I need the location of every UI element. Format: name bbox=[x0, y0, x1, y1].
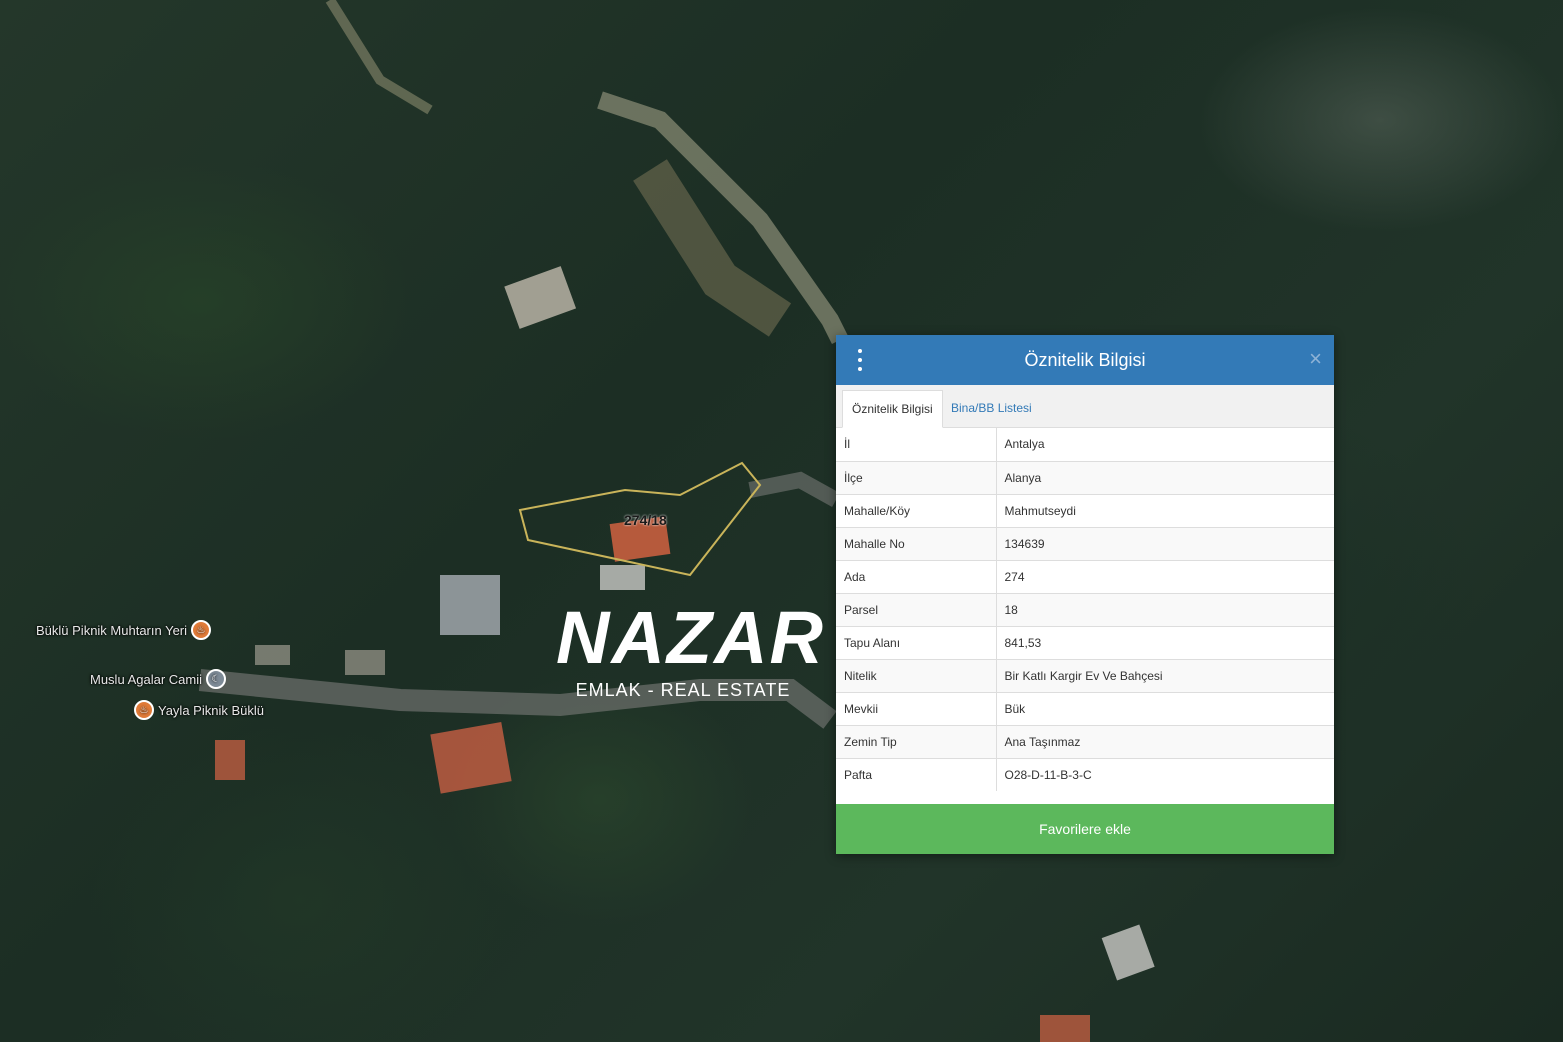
attribute-value: O28-D-11-B-3-C bbox=[996, 757, 1334, 791]
table-row: Zemin Tip Ana Taşınmaz bbox=[836, 724, 1334, 758]
panel-tabs: Öznitelik Bilgisi Bina/BB Listesi bbox=[836, 385, 1334, 428]
attribute-panel: Öznitelik Bilgisi × Öznitelik Bilgisi Bi… bbox=[836, 335, 1334, 854]
table-row: Mahalle/Köy Mahmutseydi bbox=[836, 493, 1334, 527]
attribute-key: Pafta bbox=[836, 757, 997, 791]
poi-mosque[interactable]: Muslu Agalar Camii ☾ bbox=[90, 669, 226, 689]
attribute-value: Bük bbox=[996, 691, 1334, 725]
attribute-value: Ana Taşınmaz bbox=[996, 724, 1334, 758]
attribute-key: İlçe bbox=[836, 460, 997, 494]
tab-oznitelik-bilgisi[interactable]: Öznitelik Bilgisi bbox=[842, 390, 943, 428]
table-row: Parsel 18 bbox=[836, 592, 1334, 626]
table-row: Pafta O28-D-11-B-3-C bbox=[836, 757, 1334, 791]
restaurant-icon: ♨ bbox=[191, 620, 212, 640]
attribute-value: 134639 bbox=[996, 526, 1334, 560]
watermark-title: NAZAR bbox=[556, 596, 825, 679]
attribute-value: Bir Katlı Kargir Ev Ve Bahçesi bbox=[996, 658, 1334, 692]
panel-header: Öznitelik Bilgisi × bbox=[836, 335, 1334, 385]
table-row: Mevkii Bük bbox=[836, 691, 1334, 725]
table-row: Tapu Alanı 841,53 bbox=[836, 625, 1334, 659]
attribute-key: Nitelik bbox=[836, 658, 997, 692]
attribute-value: Mahmutseydi bbox=[996, 493, 1334, 527]
table-row: Nitelik Bir Katlı Kargir Ev Ve Bahçesi bbox=[836, 658, 1334, 692]
attribute-key: Ada bbox=[836, 559, 997, 593]
table-row: İlçe Alanya bbox=[836, 460, 1334, 494]
attribute-value: 18 bbox=[996, 592, 1334, 626]
poi-restaurant[interactable]: Büklü Piknik Muhtarın Yeri ♨ bbox=[36, 620, 212, 640]
table-row: Ada 274 bbox=[836, 559, 1334, 593]
panel-title: Öznitelik Bilgisi bbox=[1024, 350, 1146, 370]
poi-label: Muslu Agalar Camii bbox=[90, 671, 202, 687]
poi-label: Yayla Piknik Büklü bbox=[158, 702, 264, 718]
watermark-subtitle: EMLAK - REAL ESTATE bbox=[575, 680, 791, 700]
poi-restaurant[interactable]: ♨ Yayla Piknik Büklü bbox=[134, 700, 264, 720]
restaurant-icon: ♨ bbox=[134, 700, 154, 720]
attribute-key: Zemin Tip bbox=[836, 724, 997, 758]
attribute-table: İl Antalya İlçe Alanya Mahalle/Köy Mahmutseyd… bbox=[836, 428, 1334, 791]
watermark-logo: NAZAR EMLAK - REAL ESTATE bbox=[556, 596, 825, 708]
attribute-key: Mahalle/Köy bbox=[836, 493, 997, 527]
attribute-key: Parsel bbox=[836, 592, 997, 626]
parcel-label: 274/18 bbox=[624, 512, 667, 528]
attribute-key: İl bbox=[836, 428, 997, 461]
add-to-favorites-button[interactable]: Favorilere ekle bbox=[836, 804, 1334, 854]
attribute-key: Mevkii bbox=[836, 691, 997, 725]
poi-label: Büklü Piknik Muhtarın Yeri bbox=[36, 622, 188, 638]
attribute-key: Mahalle No bbox=[836, 526, 997, 560]
mosque-icon: ☾ bbox=[206, 669, 226, 689]
tab-bina-bb-listesi[interactable]: Bina/BB Listesi bbox=[942, 390, 1041, 427]
table-row: İl Antalya bbox=[836, 428, 1334, 461]
attribute-value: Alanya bbox=[996, 460, 1334, 494]
attribute-key: Tapu Alanı bbox=[836, 625, 997, 659]
close-icon[interactable]: × bbox=[1309, 348, 1322, 370]
attribute-value: Antalya bbox=[1004, 437, 1045, 452]
attribute-value: 274 bbox=[996, 559, 1334, 593]
attribute-value: 841,53 bbox=[996, 625, 1334, 659]
table-row: Mahalle No 134639 bbox=[836, 526, 1334, 560]
